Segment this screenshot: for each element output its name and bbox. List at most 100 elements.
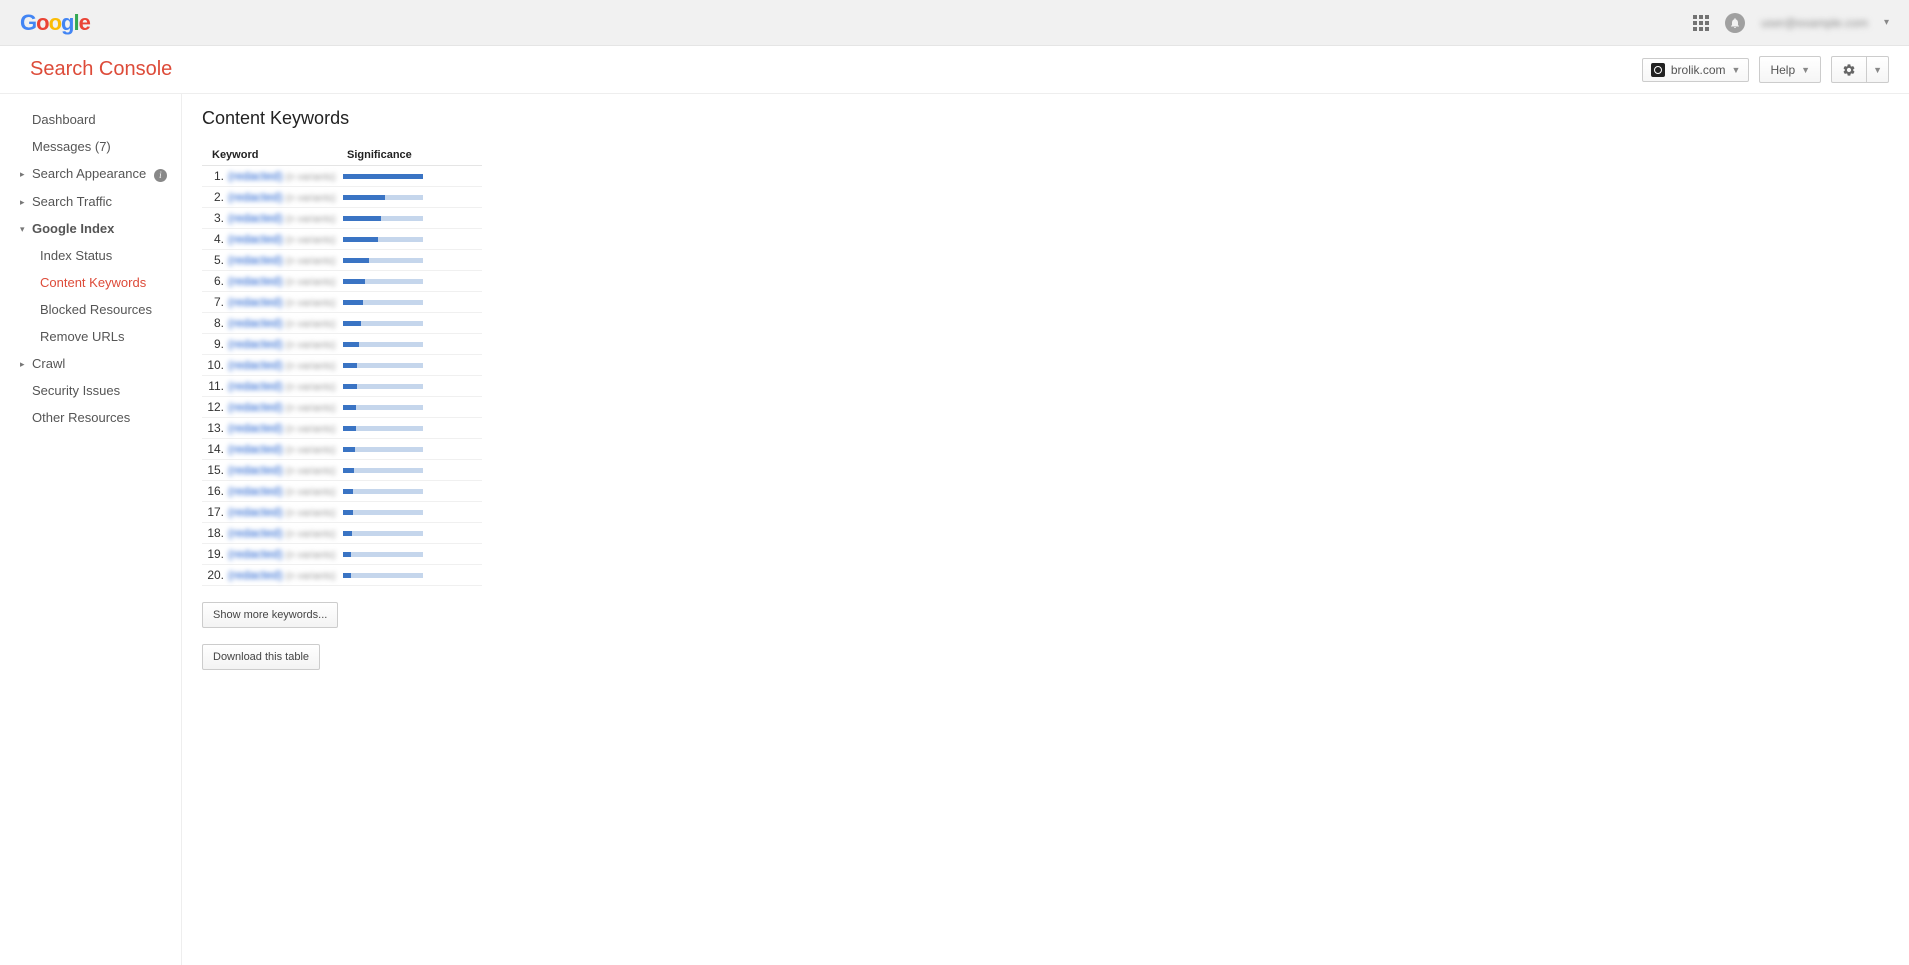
significance-bar — [343, 321, 482, 326]
table-row[interactable]: 10.(redacted)(n variants) — [202, 355, 482, 376]
sidebar-item-search-traffic[interactable]: ▸ Search Traffic — [0, 188, 181, 215]
product-title: Search Console — [30, 58, 172, 81]
keyword-link[interactable]: (redacted)(n variants) — [228, 253, 343, 267]
sidebar-item-blocked-resources[interactable]: Blocked Resources — [0, 296, 181, 323]
sidebar-item-index-status[interactable]: Index Status — [0, 242, 181, 269]
keywords-table: Keyword Significance 1.(redacted)(n vari… — [202, 149, 482, 586]
sidebar: Dashboard Messages (7) ▸ Search Appearan… — [0, 94, 182, 965]
row-rank: 15. — [202, 463, 228, 477]
main-content: Content Keywords Keyword Significance 1.… — [182, 94, 1909, 965]
keyword-link[interactable]: (redacted)(n variants) — [228, 526, 343, 540]
user-email[interactable]: user@example.com — [1761, 16, 1868, 30]
keyword-link[interactable]: (redacted)(n variants) — [228, 169, 343, 183]
sidebar-item-crawl[interactable]: ▸ Crawl — [0, 350, 181, 377]
significance-bar — [343, 195, 482, 200]
sidebar-item-other-resources[interactable]: Other Resources — [0, 404, 181, 431]
table-row[interactable]: 8.(redacted)(n variants) — [202, 313, 482, 334]
table-row[interactable]: 16.(redacted)(n variants) — [202, 481, 482, 502]
significance-bar — [343, 258, 482, 263]
keyword-link[interactable]: (redacted)(n variants) — [228, 190, 343, 204]
table-row[interactable]: 3.(redacted)(n variants) — [202, 208, 482, 229]
row-rank: 1. — [202, 169, 228, 183]
column-keyword: Keyword — [202, 149, 347, 161]
row-rank: 8. — [202, 316, 228, 330]
keyword-link[interactable]: (redacted)(n variants) — [228, 547, 343, 561]
keyword-link[interactable]: (redacted)(n variants) — [228, 484, 343, 498]
google-logo[interactable]: Google — [20, 10, 90, 36]
significance-bar — [343, 447, 482, 452]
sidebar-label: Crawl — [32, 356, 65, 371]
sidebar-item-google-index[interactable]: ▾ Google Index — [0, 215, 181, 242]
keyword-link[interactable]: (redacted)(n variants) — [228, 295, 343, 309]
table-row[interactable]: 6.(redacted)(n variants) — [202, 271, 482, 292]
site-favicon-icon — [1651, 63, 1665, 77]
sidebar-label: Google Index — [32, 221, 114, 236]
table-row[interactable]: 18.(redacted)(n variants) — [202, 523, 482, 544]
keyword-link[interactable]: (redacted)(n variants) — [228, 274, 343, 288]
table-row[interactable]: 20.(redacted)(n variants) — [202, 565, 482, 586]
apps-icon[interactable] — [1693, 15, 1709, 31]
table-row[interactable]: 17.(redacted)(n variants) — [202, 502, 482, 523]
significance-bar — [343, 405, 482, 410]
keyword-link[interactable]: (redacted)(n variants) — [228, 463, 343, 477]
sidebar-item-messages[interactable]: Messages (7) — [0, 133, 181, 160]
table-row[interactable]: 12.(redacted)(n variants) — [202, 397, 482, 418]
sidebar-item-content-keywords[interactable]: Content Keywords — [0, 269, 181, 296]
table-row[interactable]: 11.(redacted)(n variants) — [202, 376, 482, 397]
sidebar-label: Search Appearance — [32, 166, 146, 181]
keyword-link[interactable]: (redacted)(n variants) — [228, 232, 343, 246]
table-row[interactable]: 15.(redacted)(n variants) — [202, 460, 482, 481]
keyword-link[interactable]: (redacted)(n variants) — [228, 400, 343, 414]
keyword-link[interactable]: (redacted)(n variants) — [228, 568, 343, 582]
download-table-button[interactable]: Download this table — [202, 644, 320, 670]
row-rank: 12. — [202, 400, 228, 414]
keyword-link[interactable]: (redacted)(n variants) — [228, 505, 343, 519]
table-row[interactable]: 14.(redacted)(n variants) — [202, 439, 482, 460]
table-row[interactable]: 5.(redacted)(n variants) — [202, 250, 482, 271]
table-row[interactable]: 19.(redacted)(n variants) — [202, 544, 482, 565]
keyword-link[interactable]: (redacted)(n variants) — [228, 337, 343, 351]
sidebar-item-dashboard[interactable]: Dashboard — [0, 106, 181, 133]
row-rank: 17. — [202, 505, 228, 519]
significance-bar — [343, 489, 482, 494]
significance-bar — [343, 300, 482, 305]
settings-button[interactable] — [1831, 56, 1867, 83]
keyword-link[interactable]: (redacted)(n variants) — [228, 379, 343, 393]
table-row[interactable]: 13.(redacted)(n variants) — [202, 418, 482, 439]
significance-bar — [343, 552, 482, 557]
row-rank: 18. — [202, 526, 228, 540]
row-rank: 10. — [202, 358, 228, 372]
info-icon[interactable]: i — [154, 169, 167, 182]
sidebar-item-remove-urls[interactable]: Remove URLs — [0, 323, 181, 350]
notifications-icon[interactable] — [1725, 13, 1745, 33]
gear-icon — [1842, 63, 1856, 77]
row-rank: 7. — [202, 295, 228, 309]
keyword-link[interactable]: (redacted)(n variants) — [228, 316, 343, 330]
sidebar-item-search-appearance[interactable]: ▸ Search Appearance i — [0, 160, 181, 188]
table-row[interactable]: 2.(redacted)(n variants) — [202, 187, 482, 208]
row-rank: 14. — [202, 442, 228, 456]
keyword-link[interactable]: (redacted)(n variants) — [228, 358, 343, 372]
significance-bar — [343, 468, 482, 473]
row-rank: 9. — [202, 337, 228, 351]
sidebar-item-security-issues[interactable]: Security Issues — [0, 377, 181, 404]
keyword-link[interactable]: (redacted)(n variants) — [228, 442, 343, 456]
keyword-link[interactable]: (redacted)(n variants) — [228, 211, 343, 225]
significance-bar — [343, 573, 482, 578]
caret-down-icon: ▾ — [20, 224, 25, 235]
user-menu-caret-icon[interactable]: ▾ — [1884, 17, 1889, 28]
row-rank: 4. — [202, 232, 228, 246]
table-row[interactable]: 7.(redacted)(n variants) — [202, 292, 482, 313]
show-more-button[interactable]: Show more keywords... — [202, 602, 338, 628]
caret-right-icon: ▸ — [20, 169, 25, 180]
table-row[interactable]: 9.(redacted)(n variants) — [202, 334, 482, 355]
help-label: Help — [1770, 63, 1795, 77]
table-row[interactable]: 4.(redacted)(n variants) — [202, 229, 482, 250]
site-selector[interactable]: brolik.com ▼ — [1642, 58, 1750, 82]
caret-right-icon: ▸ — [20, 197, 25, 208]
significance-bar — [343, 531, 482, 536]
settings-menu-button[interactable]: ▼ — [1867, 56, 1889, 83]
help-button[interactable]: Help ▼ — [1759, 56, 1821, 83]
table-row[interactable]: 1.(redacted)(n variants) — [202, 166, 482, 187]
keyword-link[interactable]: (redacted)(n variants) — [228, 421, 343, 435]
